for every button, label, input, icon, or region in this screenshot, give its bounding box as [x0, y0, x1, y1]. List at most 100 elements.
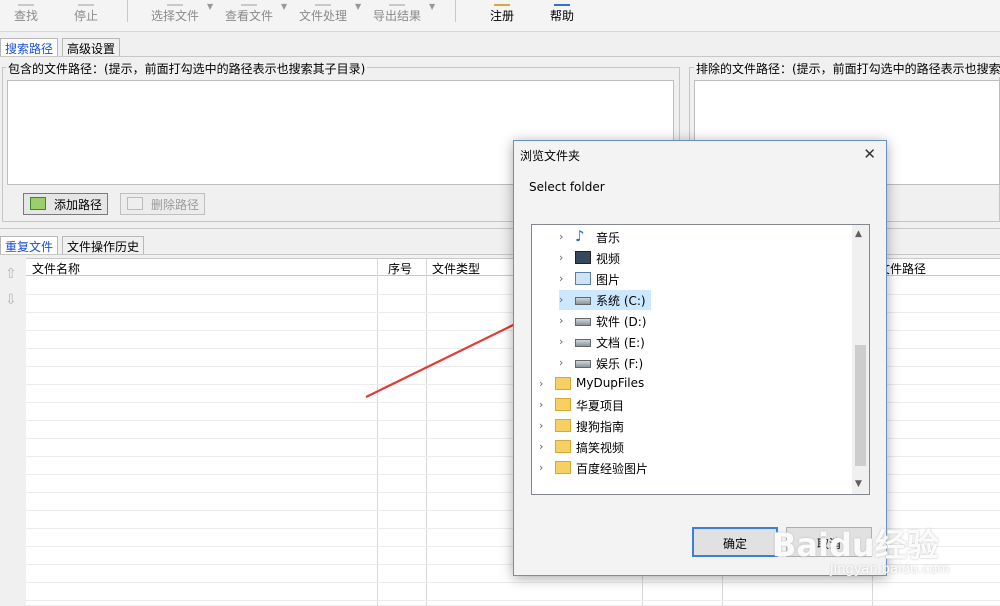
tree-item-label: 图片: [596, 273, 621, 287]
tree-item-mydupfiles[interactable]: › MyDupFiles: [539, 374, 839, 394]
tree-item-label: 百度经验图片: [576, 462, 649, 476]
chevron-right-icon[interactable]: ›: [559, 293, 571, 306]
move-down-icon[interactable]: ⇩: [5, 292, 17, 308]
view-files-dropdown-icon[interactable]: ▼: [281, 2, 287, 11]
file-processing-button[interactable]: 文件处理: [296, 0, 350, 30]
tree-item-huaxia-project[interactable]: › 华夏项目: [539, 395, 839, 415]
select-files-icon: [167, 0, 183, 6]
tab-strip-border: [0, 56, 1000, 57]
folder-icon: [555, 440, 571, 453]
tree-item-funny-videos[interactable]: › 搞笑视频: [539, 437, 839, 457]
view-files-button[interactable]: 查看文件: [222, 0, 276, 30]
tree-item-label: 华夏项目: [576, 399, 625, 413]
tree-item-label: 搜狗指南: [576, 420, 625, 434]
add-path-button[interactable]: 添加路径: [23, 193, 108, 215]
grid-row-line: [26, 582, 1000, 583]
toolbar-separator: [455, 0, 456, 22]
tree-item-sogou-guide[interactable]: › 搜狗指南: [539, 416, 839, 436]
toolbar-separator: [127, 0, 128, 22]
view-files-label: 查看文件: [224, 9, 273, 23]
include-paths-title: 包含的文件路径：(提示，前面打勾选中的路径表示也搜索其子目录): [6, 60, 368, 77]
file-processing-label: 文件处理: [298, 9, 347, 23]
dialog-instruction: Select folder: [529, 180, 605, 194]
register-label: 注册: [489, 9, 514, 23]
chevron-right-icon[interactable]: ›: [559, 230, 571, 243]
dialog-title: 浏览文件夹: [520, 149, 581, 163]
folder-icon: [555, 398, 571, 411]
ok-button[interactable]: 确定: [692, 527, 778, 557]
stop-button[interactable]: 停止: [68, 0, 104, 30]
tree-item-label: 音乐: [596, 231, 621, 245]
stop-label: 停止: [73, 9, 98, 23]
tree-item-baidu-images[interactable]: › 百度经验图片: [539, 458, 839, 478]
export-results-dropdown-icon[interactable]: ▼: [429, 2, 435, 11]
close-icon[interactable]: ✕: [863, 145, 876, 163]
move-up-icon[interactable]: ⇧: [5, 266, 17, 282]
tree-item-music[interactable]: › ♪ 音乐: [559, 227, 849, 247]
tab-duplicate-files[interactable]: 重复文件: [0, 236, 59, 254]
find-label: 查找: [13, 9, 38, 23]
chevron-right-icon[interactable]: ›: [539, 461, 551, 474]
column-file-name[interactable]: 文件名称: [32, 260, 80, 277]
select-files-label: 选择文件: [150, 9, 199, 23]
delete-folder-icon: [127, 197, 143, 210]
tab-advanced-settings[interactable]: 高级设置: [62, 38, 121, 56]
music-icon: ♪: [575, 227, 585, 245]
watermark-logo-text: Baidu经验: [772, 526, 939, 564]
tree-item-video[interactable]: › 视频: [559, 248, 849, 268]
grid-row-line: [26, 600, 1000, 601]
search-icon: [18, 0, 34, 6]
scroll-up-icon[interactable]: ▲: [855, 229, 862, 239]
help-icon: [554, 0, 570, 6]
drive-icon: [575, 360, 591, 368]
column-file-type[interactable]: 文件类型: [432, 260, 480, 277]
column-index[interactable]: 序号: [388, 260, 412, 277]
chevron-right-icon[interactable]: ›: [559, 314, 571, 327]
select-files-button[interactable]: 选择文件: [148, 0, 202, 30]
tree-item-label: 文档 (E:): [596, 336, 645, 350]
video-icon: [575, 251, 591, 264]
export-results-button[interactable]: 导出结果: [370, 0, 424, 30]
find-button[interactable]: 查找: [8, 0, 44, 30]
file-processing-icon: [315, 0, 331, 6]
register-button[interactable]: 注册: [486, 0, 518, 30]
tree-item-label: 娱乐 (F:): [596, 357, 644, 371]
folder-icon: [555, 419, 571, 432]
tree-item-drive-d[interactable]: › 软件 (D:): [559, 311, 849, 331]
scroll-down-icon[interactable]: ▼: [855, 479, 862, 489]
chevron-right-icon[interactable]: ›: [539, 398, 551, 411]
select-files-dropdown-icon[interactable]: ▼: [207, 2, 213, 11]
tree-item-label: 视频: [596, 252, 621, 266]
file-processing-dropdown-icon[interactable]: ▼: [355, 2, 361, 11]
help-button[interactable]: 帮助: [546, 0, 578, 30]
chevron-right-icon[interactable]: ›: [559, 335, 571, 348]
exclude-paths-title: 排除的文件路径：(提示，前面打勾选中的路径表示也搜索: [694, 60, 1000, 77]
tree-item-drive-f[interactable]: › 娱乐 (F:): [559, 353, 849, 373]
chevron-right-icon[interactable]: ›: [559, 356, 571, 369]
main-toolbar: 查找 停止 选择文件 ▼ 查看文件 ▼ 文件处理 ▼ 导出结果 ▼ 注册 帮助: [0, 0, 1000, 32]
chevron-right-icon[interactable]: ›: [539, 419, 551, 432]
scrollbar-thumb[interactable]: [855, 345, 866, 466]
picture-icon: [575, 272, 591, 285]
stop-icon: [78, 0, 94, 6]
export-icon: [389, 0, 405, 6]
tree-item-drive-e[interactable]: › 文档 (E:): [559, 332, 849, 352]
key-icon: [494, 0, 510, 6]
chevron-right-icon[interactable]: ›: [539, 377, 551, 390]
chevron-right-icon[interactable]: ›: [539, 440, 551, 453]
tree-item-label: MyDupFiles: [576, 376, 645, 390]
export-results-label: 导出结果: [372, 9, 421, 23]
delete-path-button[interactable]: 删除路径: [120, 193, 205, 215]
tree-scrollbar[interactable]: ▲ ▼: [852, 225, 869, 494]
folder-tree[interactable]: › ♪ 音乐 › 视频 › 图片 › 系统 (C:) › 软件 (D:) › 文…: [531, 224, 870, 495]
tree-item-label: 软件 (D:): [596, 315, 647, 329]
tree-item-pictures[interactable]: › 图片: [559, 269, 849, 289]
chevron-right-icon[interactable]: ›: [559, 251, 571, 264]
row-move-toolbar: ⇧ ⇩: [0, 258, 26, 605]
chevron-right-icon[interactable]: ›: [559, 272, 571, 285]
tree-item-drive-c[interactable]: › 系统 (C:): [559, 290, 651, 310]
tab-search-paths[interactable]: 搜索路径: [0, 38, 59, 56]
help-label: 帮助: [549, 9, 574, 23]
tab-file-history[interactable]: 文件操作历史: [62, 236, 145, 254]
view-files-icon: [241, 0, 257, 6]
